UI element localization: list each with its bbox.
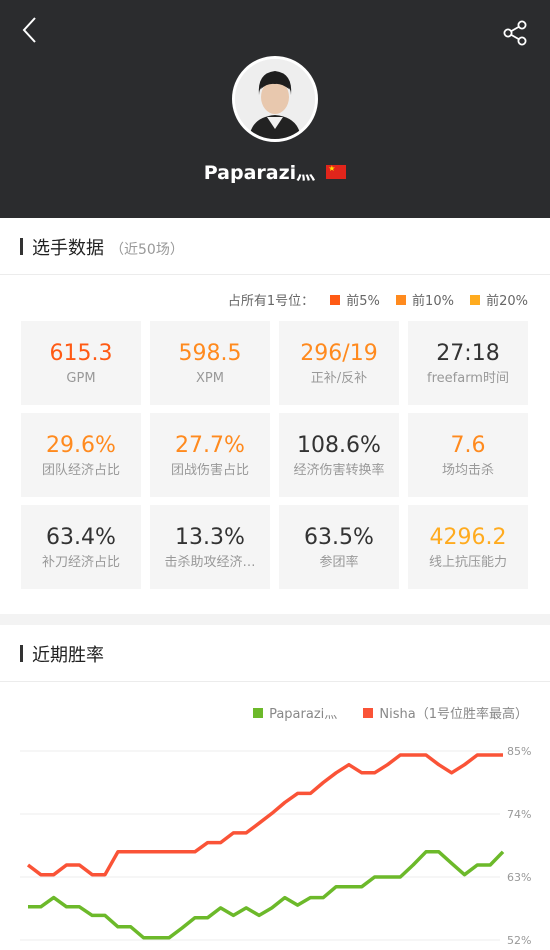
stat-label: 线上抗压能力 [428, 555, 507, 570]
share-icon [503, 20, 527, 46]
legend-swatch-top10 [396, 294, 407, 305]
player-avatar [232, 56, 318, 142]
stats-section-title: 选手数据 （近50场） [32, 234, 184, 260]
player-name-row: Paparazi灬 ★ [0, 158, 550, 185]
stat-value: 4296.2 [429, 525, 507, 550]
series-line-benchmark [26, 753, 503, 877]
stat-card-last-hits: 296/19 正补/反补 [279, 321, 399, 405]
series-line-player [28, 850, 505, 940]
stat-value: 13.3% [175, 525, 245, 550]
legend-label-top20: 前20% [486, 294, 528, 309]
stat-label: 击杀助攻经济… [164, 555, 256, 570]
stat-label: 经济伤害转换率 [293, 463, 385, 478]
rank-legend: 占所有1号位： 前5% 前10% 前20% [228, 290, 528, 309]
stat-value: 598.5 [178, 341, 242, 366]
y-tick-label: 63% [507, 871, 531, 884]
y-tick-label: 74% [507, 808, 531, 821]
stat-card-avg-kills: 7.6 场均击杀 [408, 413, 528, 497]
player-header: Paparazi灬 ★ [0, 0, 550, 218]
stat-label: freefarm时间 [427, 371, 509, 386]
stats-title-text: 选手数据 [32, 238, 104, 259]
stats-section-header: 选手数据 （近50场） [0, 218, 550, 275]
stat-label: 团队经济占比 [41, 463, 120, 478]
stat-label: 团战伤害占比 [170, 463, 249, 478]
stat-value: 108.6% [297, 433, 381, 458]
stat-value: 63.4% [46, 525, 116, 550]
stat-card-participation: 63.5% 参团率 [279, 505, 399, 589]
stat-value: 29.6% [46, 433, 116, 458]
y-tick-label: 85% [507, 745, 531, 758]
win-rate-chart: 85% 74% 63% 52% [20, 745, 531, 947]
stat-value: 27.7% [175, 433, 245, 458]
stat-card-gpm: 615.3 GPM [21, 321, 141, 405]
legend-label-top10: 前10% [412, 294, 454, 309]
stat-card-kill-assist-gold: 13.3% 击杀助攻经济… [150, 505, 270, 589]
stat-label: 场均击杀 [441, 463, 494, 478]
share-button[interactable] [500, 18, 530, 48]
legend-swatch-top20 [470, 294, 481, 305]
stat-card-gold-damage-ratio: 108.6% 经济伤害转换率 [279, 413, 399, 497]
stat-value: 7.6 [450, 433, 486, 458]
section-marker [20, 238, 23, 255]
y-tick-label: 52% [507, 934, 531, 947]
stat-value: 63.5% [304, 525, 374, 550]
stat-card-fight-damage-share: 27.7% 团战伤害占比 [150, 413, 270, 497]
rank-legend-prefix: 占所有1号位： [227, 294, 315, 309]
player-stats-card: 选手数据 （近50场） 占所有1号位： 前5% 前10% 前20% 615.3 GP… [0, 218, 550, 614]
stat-card-lane-pressure: 4296.2 线上抗压能力 [408, 505, 528, 589]
china-flag-icon: ★ [326, 164, 347, 179]
stats-subtitle: （近50场） [110, 242, 184, 258]
stat-card-team-gold-share: 29.6% 团队经济占比 [21, 413, 141, 497]
stat-label: 参团率 [319, 555, 359, 570]
stat-card-freefarm: 27:18 freefarm时间 [408, 321, 528, 405]
win-rate-card: 近期胜率 Paparazi灬 Nisha（1号位胜率最高） 85% 74% 63% 5… [0, 625, 550, 950]
chevron-left-icon [22, 17, 36, 43]
stat-value: 615.3 [49, 341, 113, 366]
stat-value: 296/19 [300, 341, 378, 366]
legend-swatch-top5 [330, 294, 341, 305]
player-name: Paparazi灬 [203, 162, 316, 184]
stat-label: GPM [66, 371, 96, 386]
stat-card-cs-gold-share: 63.4% 补刀经济占比 [21, 505, 141, 589]
stat-value: 27:18 [436, 341, 500, 366]
stat-card-xpm: 598.5 XPM [150, 321, 270, 405]
stat-label: 正补/反补 [310, 371, 368, 386]
stat-label: 补刀经济占比 [41, 555, 120, 570]
legend-label-top5: 前5% [346, 294, 380, 309]
stat-label: XPM [196, 371, 224, 386]
back-button[interactable] [18, 14, 44, 48]
